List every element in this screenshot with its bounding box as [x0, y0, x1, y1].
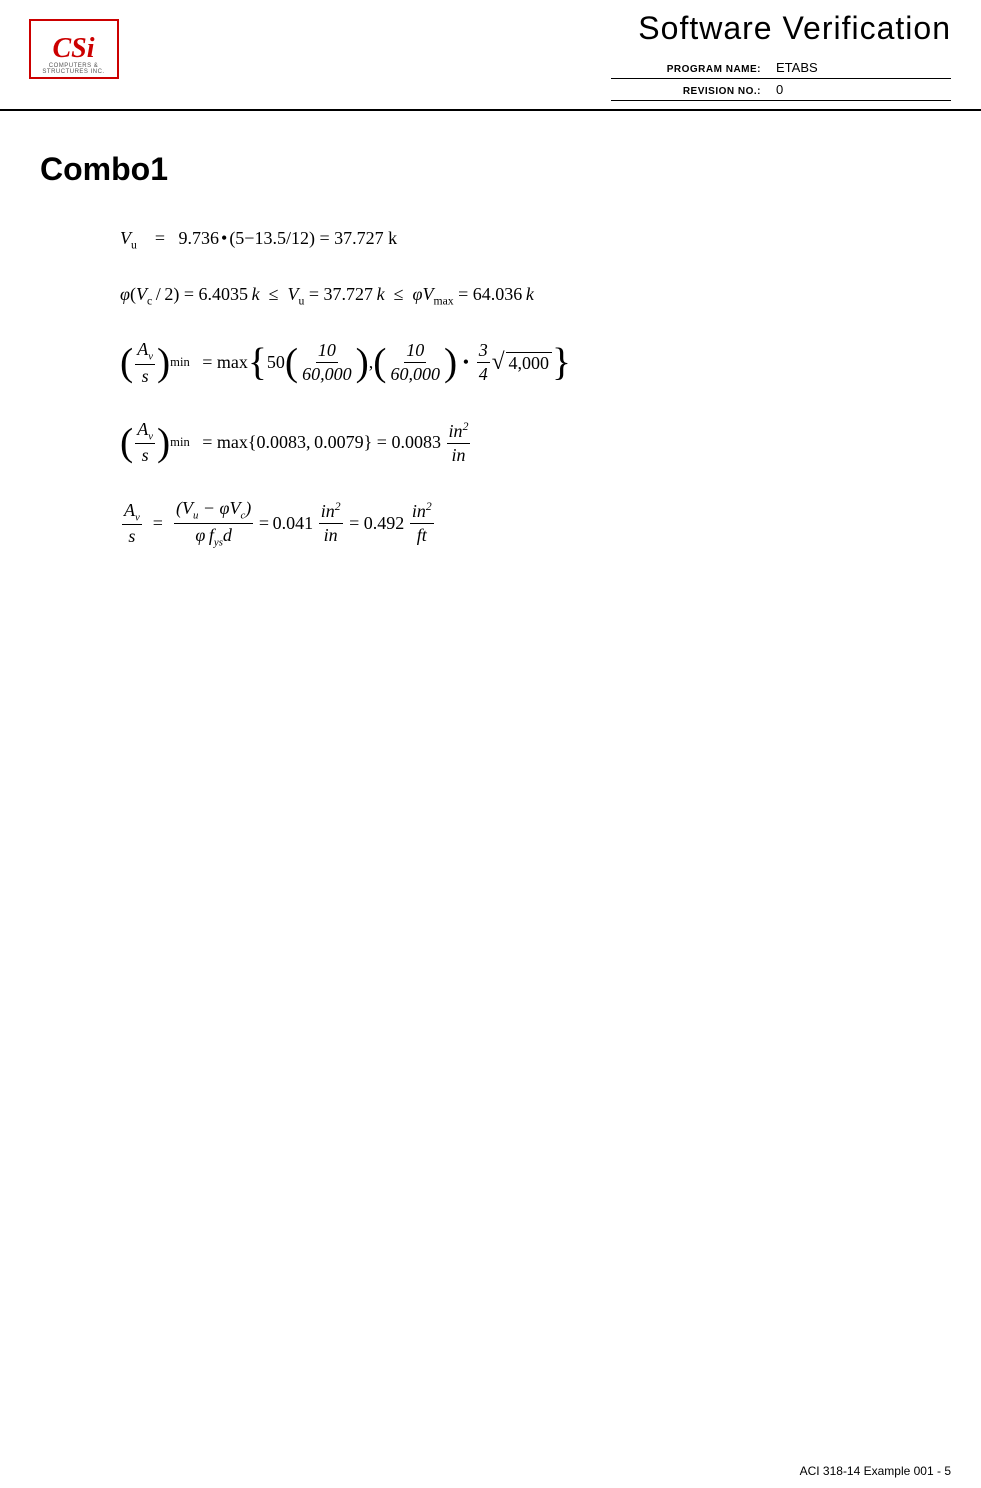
eq1-text: Vu = 9.736•(5−13.5/12) = 37.727 k: [120, 228, 397, 252]
section-title: Combo1: [40, 151, 941, 188]
page-header: CSi COMPUTERS & STRUCTURES INC. Software…: [0, 0, 981, 111]
equation-4: ( Av s ) min = max{0.0083, 0.0079} = 0.0…: [120, 419, 941, 467]
page-title: Software Verification: [638, 10, 951, 47]
revision-row: REVISION NO.: 0: [611, 79, 951, 101]
main-content: Combo1 Vu = 9.736•(5−13.5/12) = 37.727 k…: [0, 111, 981, 621]
program-name-value: ETABS: [771, 60, 951, 75]
eq5-text: Av s = (Vu − φVc) φ fysd = 0.041 in2 in …: [120, 498, 436, 548]
logo-box: CSi COMPUTERS & STRUCTURES INC.: [29, 19, 119, 79]
logo-subtext: COMPUTERS & STRUCTURES INC.: [31, 63, 117, 75]
program-name-row: PROGRAM NAME: ETABS: [611, 57, 951, 79]
eq3-text: ( Av s ) min = max { 50 ( 10 60,000 ) , …: [120, 339, 571, 387]
header-right: Software Verification PROGRAM NAME: ETAB…: [137, 10, 951, 101]
eq4-text: ( Av s ) min = max{0.0083, 0.0079} = 0.0…: [120, 419, 472, 467]
revision-value: 0: [771, 82, 951, 97]
eq2-text: φ(Vc / 2) = 6.4035 k ≤ Vu = 37.727 k ≤ φ…: [120, 284, 534, 308]
equation-3: ( Av s ) min = max { 50 ( 10 60,000 ) , …: [120, 339, 941, 387]
logo-text: CSi: [52, 33, 94, 65]
equation-2: φ(Vc / 2) = 6.4035 k ≤ Vu = 37.727 k ≤ φ…: [120, 284, 941, 308]
footer: ACI 318-14 Example 001 - 5: [800, 1464, 951, 1478]
program-info: PROGRAM NAME: ETABS REVISION NO.: 0: [611, 57, 951, 101]
revision-label: REVISION NO.:: [611, 86, 771, 97]
equations-area: Vu = 9.736•(5−13.5/12) = 37.727 k φ(Vc /…: [40, 228, 941, 549]
program-name-label: PROGRAM NAME:: [611, 64, 771, 75]
footer-text: ACI 318-14 Example 001 - 5: [800, 1464, 951, 1478]
logo-area: CSi COMPUTERS & STRUCTURES INC.: [10, 10, 137, 87]
equation-1: Vu = 9.736•(5−13.5/12) = 37.727 k: [120, 228, 941, 252]
equation-5: Av s = (Vu − φVc) φ fysd = 0.041 in2 in …: [120, 498, 941, 548]
